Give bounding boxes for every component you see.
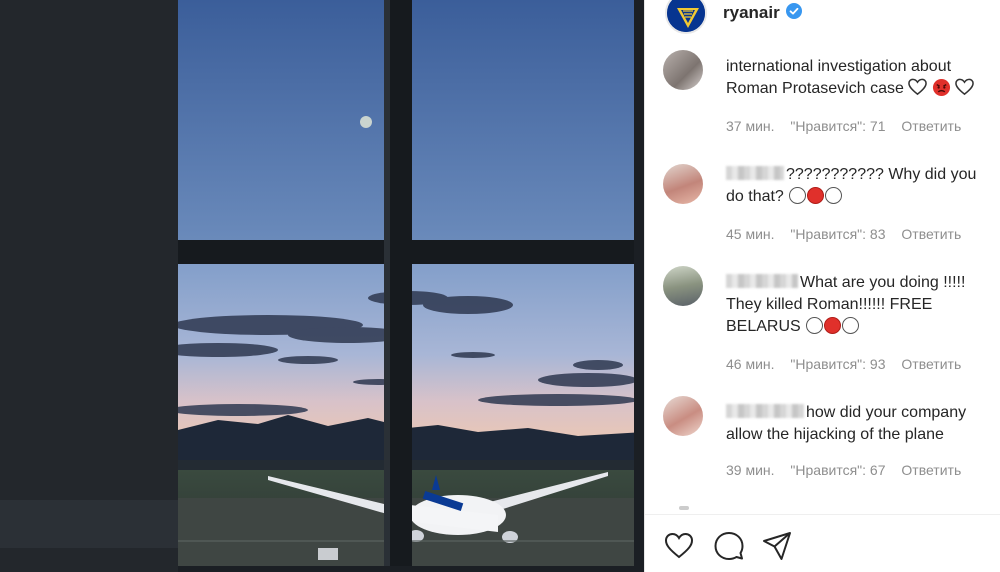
reply-button[interactable]: Ответить [901,462,961,478]
background-strip [0,500,178,548]
white-circle-icon [806,317,824,334]
heart-icon[interactable] [663,530,695,562]
comment-meta: 39 мин. "Нравится": 67 Ответить [726,462,973,478]
comment-text: ??????????? Why did you do that? [726,164,996,208]
white-circle-icon [789,187,807,204]
commenter-avatar[interactable] [663,164,703,204]
red-circle-icon [807,187,825,204]
comment-text: What are you doing !!!!! They killed Rom… [726,272,996,338]
reply-button[interactable]: Ответить [901,356,961,372]
ryanair-logo[interactable] [665,0,707,34]
comment-text: how did your company allow the hijacking… [726,402,996,446]
red-circle-icon [824,317,842,334]
white-circle-icon [842,317,860,334]
verified-badge-icon [786,3,802,19]
angry-face-icon [932,78,950,97]
comment-icon[interactable] [713,530,745,562]
blurred-username[interactable] [726,404,804,418]
blurred-username[interactable] [726,274,798,288]
comment-time: 46 мин. [726,356,775,372]
comment-time: 45 мин. [726,226,775,242]
heart-outline-icon [908,78,928,96]
commenter-avatar[interactable] [663,266,703,306]
username[interactable]: ryanair [723,3,780,23]
comment-likes[interactable]: "Нравится": 93 [790,356,885,372]
comment-likes[interactable]: "Нравится": 83 [790,226,885,242]
comment-meta: 37 мин. "Нравится": 71 Ответить [726,118,973,134]
post-header: ryanair [645,0,1000,40]
post-actions [645,520,1000,572]
share-icon[interactable] [761,530,793,562]
reply-button[interactable]: Ответить [901,118,961,134]
comment-time: 39 мин. [726,462,775,478]
heart-outline-icon [955,78,975,96]
divider [645,514,1000,515]
instagram-post-panel: ryanair international investigation abou… [644,0,1000,572]
commenter-avatar[interactable] [663,50,703,90]
reply-button[interactable]: Ответить [901,226,961,242]
comment-likes[interactable]: "Нравится": 67 [790,462,885,478]
harp-logo-icon [667,0,705,32]
comment-meta: 46 мин. "Нравится": 93 Ответить [726,356,973,372]
next-comment-avatar [679,506,689,510]
blurred-username[interactable] [726,166,784,180]
comment-likes[interactable]: "Нравится": 71 [790,118,885,134]
comments-list: international investigation about Roman … [645,40,1000,510]
comment-text: international investigation about Roman … [726,56,996,100]
comment-time: 37 мин. [726,118,775,134]
white-circle-icon [825,187,843,204]
commenter-avatar[interactable] [663,396,703,436]
post-photo[interactable] [178,0,644,572]
comment-meta: 45 мин. "Нравится": 83 Ответить [726,226,973,242]
background-left [0,0,178,572]
airport-window-photo [178,0,644,572]
